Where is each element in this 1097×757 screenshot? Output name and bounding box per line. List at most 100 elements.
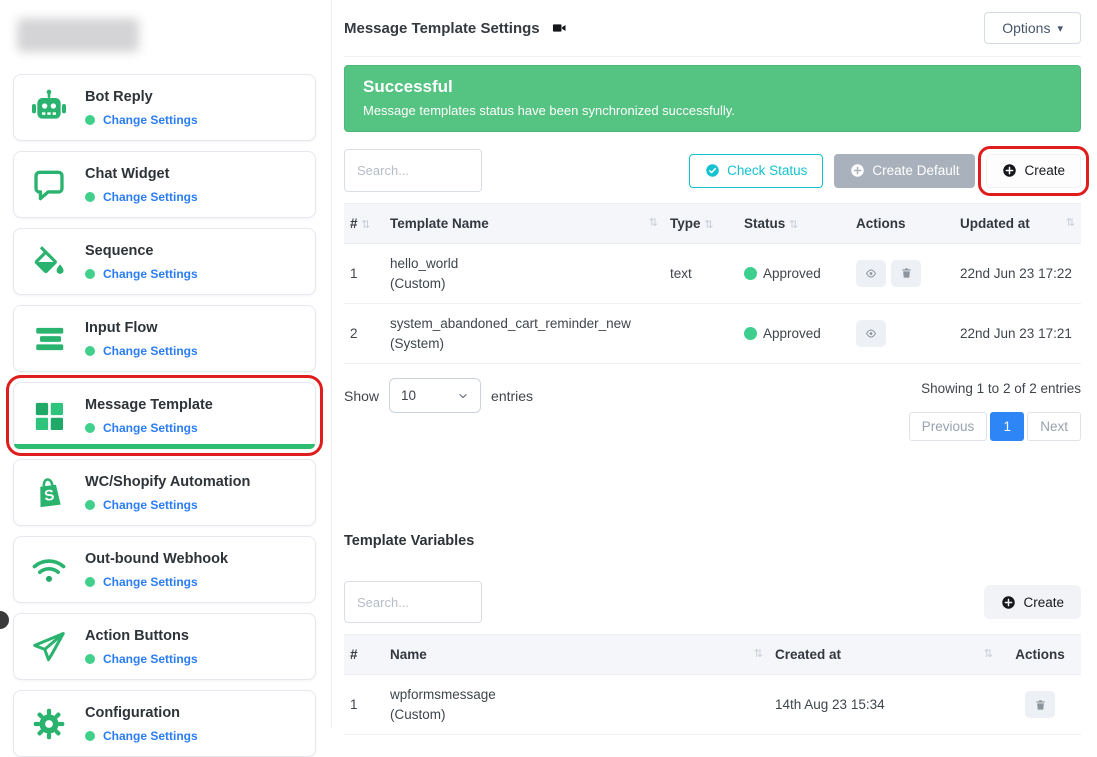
sort-icon[interactable]: ⇅ <box>704 219 713 231</box>
type-cell <box>664 304 738 364</box>
delete-button[interactable] <box>1025 691 1055 718</box>
chat-bubble-icon <box>26 166 72 204</box>
updated-at-cell: 22nd Jun 23 17:22 <box>954 244 1081 304</box>
pagination: Previous 1 Next <box>909 412 1081 441</box>
change-settings-link[interactable]: Change Settings <box>103 344 198 358</box>
page-size-select[interactable]: 10 <box>389 378 481 413</box>
sidebar-item-label: Message Template <box>85 397 213 413</box>
sort-icon[interactable]: ⇅ <box>984 647 993 660</box>
previous-page-button[interactable]: Previous <box>909 412 988 441</box>
col-header-num: # <box>344 635 384 675</box>
main-content: Message Template Settings Options ▾ Succ… <box>332 0 1097 728</box>
actions-cell <box>850 304 954 364</box>
table-header-row: # ⇅ Template Name⇅ Type ⇅ Status ⇅ Actio… <box>344 204 1081 244</box>
row-num: 2 <box>344 304 384 364</box>
col-header-created-at[interactable]: Created at⇅ <box>769 635 999 675</box>
actions-cell <box>850 244 954 304</box>
variables-search-input[interactable] <box>344 581 482 623</box>
paint-fill-icon <box>26 243 72 281</box>
sidebar-item-chat-widget[interactable]: Chat Widget Change Settings <box>13 151 316 218</box>
sort-icon[interactable]: ⇅ <box>1066 216 1075 229</box>
actions-cell <box>999 675 1081 735</box>
sidebar-item-action-buttons[interactable]: Action Buttons Change Settings <box>13 613 316 680</box>
col-header-status[interactable]: Status ⇅ <box>738 204 850 244</box>
sidebar-item-configuration[interactable]: Configuration Change Settings <box>13 690 316 757</box>
status-dot <box>85 269 95 279</box>
paper-plane-icon <box>26 628 72 666</box>
col-header-name[interactable]: Name⇅ <box>384 635 769 675</box>
templates-search-input[interactable] <box>344 149 482 192</box>
approved-dot <box>744 327 757 340</box>
wifi-icon <box>26 551 72 589</box>
sidebar-item-label: Input Flow <box>85 320 157 336</box>
status-dot <box>85 731 95 741</box>
view-button[interactable] <box>856 320 886 347</box>
sort-icon[interactable]: ⇅ <box>754 647 763 660</box>
view-button[interactable] <box>856 260 886 287</box>
delete-button[interactable] <box>891 260 921 287</box>
sidebar-item-outbound-webhook[interactable]: Out-bound Webhook Change Settings <box>13 536 316 603</box>
entries-summary: Showing 1 to 2 of 2 entries <box>909 378 1081 396</box>
sidebar-item-bot-reply[interactable]: Bot Reply Change Settings <box>13 74 316 141</box>
next-page-button[interactable]: Next <box>1027 412 1081 441</box>
col-header-template-name[interactable]: Template Name⇅ <box>384 204 664 244</box>
sidebar-item-label: Configuration <box>85 705 180 721</box>
table-header-row: # Name⇅ Created at⇅ Actions <box>344 635 1081 675</box>
grid-icon <box>26 397 72 435</box>
table-row: 1 hello_world (Custom) text Approved <box>344 244 1081 304</box>
change-settings-link[interactable]: Change Settings <box>103 575 198 589</box>
sidebar-item-label: Sequence <box>85 243 154 259</box>
sort-icon[interactable]: ⇅ <box>361 219 370 231</box>
col-header-type[interactable]: Type ⇅ <box>664 204 738 244</box>
variables-table: # Name⇅ Created at⇅ Actions 1 wpformsmes… <box>344 634 1081 735</box>
row-num: 1 <box>344 675 384 735</box>
sidebar-item-message-template[interactable]: Message Template Change Settings <box>13 382 316 449</box>
plus-circle-icon <box>1001 595 1016 610</box>
show-label: Show <box>344 388 379 404</box>
change-settings-link[interactable]: Change Settings <box>103 190 198 204</box>
col-header-actions: Actions <box>999 635 1081 675</box>
status-dot <box>85 654 95 664</box>
col-header-updated-at[interactable]: Updated at⇅ <box>954 204 1081 244</box>
template-name-cell: hello_world (Custom) <box>384 244 664 304</box>
updated-at-cell: 22nd Jun 23 17:21 <box>954 304 1081 364</box>
options-button[interactable]: Options ▾ <box>984 12 1081 44</box>
approved-dot <box>744 267 757 280</box>
page-title: Message Template Settings <box>344 20 540 37</box>
plus-circle-icon <box>850 163 865 178</box>
sidebar-item-sequence[interactable]: Sequence Change Settings <box>13 228 316 295</box>
sidebar-item-input-flow[interactable]: Input Flow Change Settings <box>13 305 316 372</box>
change-settings-link[interactable]: Change Settings <box>103 729 198 743</box>
check-circle-icon <box>705 163 720 178</box>
change-settings-link[interactable]: Change Settings <box>103 267 198 281</box>
create-button[interactable]: Create <box>986 154 1081 188</box>
sort-icon[interactable]: ⇅ <box>789 219 798 231</box>
alert-message: Message templates status have been synch… <box>363 103 1062 118</box>
col-header-num[interactable]: # ⇅ <box>344 204 384 244</box>
template-name-cell: system_abandoned_cart_reminder_new (Syst… <box>384 304 664 364</box>
change-settings-link[interactable]: Change Settings <box>103 652 198 666</box>
caret-down-icon: ▾ <box>1057 22 1063 35</box>
change-settings-link[interactable]: Change Settings <box>103 498 198 512</box>
plus-circle-icon <box>1002 163 1017 178</box>
status-dot <box>85 423 95 433</box>
success-alert: Successful Message templates status have… <box>344 65 1081 132</box>
table-row: 1 wpformsmessage (Custom) 14th Aug 23 15… <box>344 675 1081 735</box>
change-settings-link[interactable]: Change Settings <box>103 421 198 435</box>
shopify-bag-icon: S <box>26 473 72 513</box>
type-cell: text <box>664 244 738 304</box>
create-default-button[interactable]: Create Default <box>834 154 975 188</box>
change-settings-link[interactable]: Change Settings <box>103 113 198 127</box>
status-dot <box>85 192 95 202</box>
gear-icon <box>26 706 72 742</box>
created-at-cell: 14th Aug 23 15:34 <box>769 675 999 735</box>
check-status-button[interactable]: Check Status <box>689 154 823 188</box>
sidebar-item-wc-shopify-automation[interactable]: S WC/Shopify Automation Change Settings <box>13 459 316 526</box>
robot-icon <box>26 88 72 128</box>
variables-create-button[interactable]: Create <box>984 585 1081 619</box>
page-1-button[interactable]: 1 <box>990 412 1024 441</box>
entries-label: entries <box>491 388 533 404</box>
sort-icon[interactable]: ⇅ <box>649 216 658 229</box>
status-cell: Approved <box>738 304 850 364</box>
videocam-icon[interactable] <box>550 20 569 36</box>
